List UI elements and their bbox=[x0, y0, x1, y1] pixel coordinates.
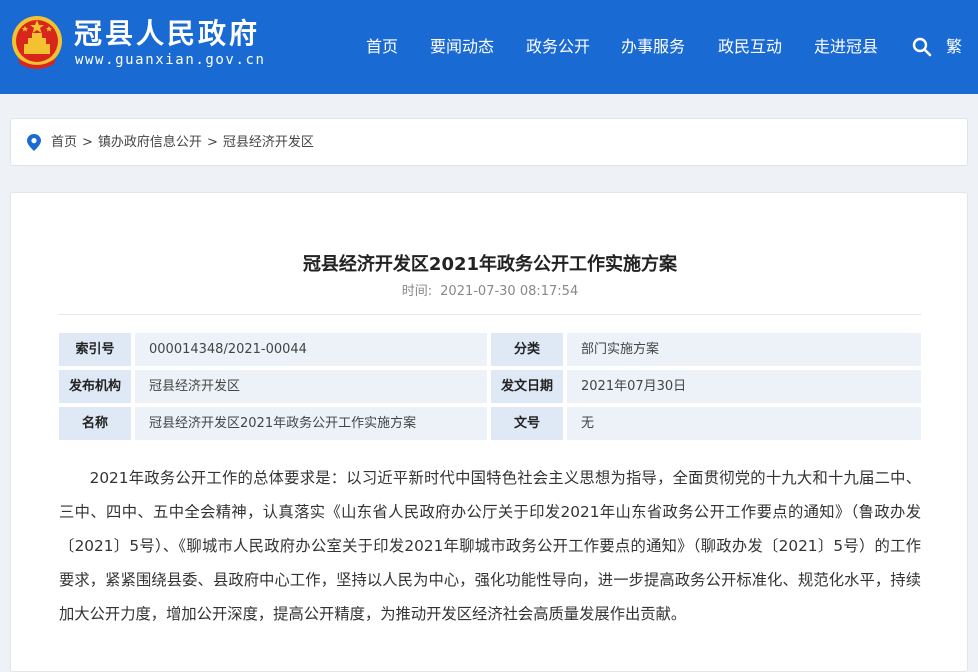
nav-item-services[interactable]: 办事服务 bbox=[621, 36, 685, 58]
breadcrumb-separator: > bbox=[82, 135, 93, 150]
meta-value-doc-number: 无 bbox=[567, 407, 921, 440]
article-body: 2021年政务公开工作的总体要求是：以习近平新时代中国特色社会主义思想为指导，全… bbox=[59, 469, 921, 623]
nav-item-interaction[interactable]: 政民互动 bbox=[718, 36, 782, 58]
nav-item-news[interactable]: 要闻动态 bbox=[430, 36, 494, 58]
meta-value-date: 2021年07月30日 bbox=[567, 370, 921, 403]
location-pin-icon bbox=[27, 134, 41, 151]
meta-key-doc-number: 文号 bbox=[491, 407, 563, 440]
meta-value-publisher: 冠县经济开发区 bbox=[135, 370, 487, 403]
metadata-table: 索引号 000014348/2021-00044 分类 部门实施方案 发布机构 … bbox=[59, 329, 921, 444]
article-title: 冠县经济开发区2021年政务公开工作实施方案 bbox=[302, 254, 678, 275]
meta-key-name: 名称 bbox=[59, 407, 131, 440]
meta-key-date: 发文日期 bbox=[491, 370, 563, 403]
meta-key-category: 分类 bbox=[491, 333, 563, 366]
site-title[interactable]: 冠县人民政府 bbox=[74, 18, 260, 50]
breadcrumb-current[interactable]: 冠县经济开发区 bbox=[223, 135, 314, 150]
breadcrumb: 首页 > 镇办政府信息公开 > 冠县经济开发区 bbox=[10, 118, 968, 166]
time-value: 2021-07-30 08:17:54 bbox=[440, 284, 579, 299]
breadcrumb-separator: > bbox=[206, 135, 218, 150]
meta-value-category: 部门实施方案 bbox=[567, 333, 921, 366]
site-url: www.guanxian.gov.cn bbox=[75, 52, 266, 68]
time-label: 时间: bbox=[401, 284, 433, 299]
breadcrumb-home[interactable]: 首页 bbox=[51, 135, 77, 150]
national-emblem-icon[interactable] bbox=[10, 14, 64, 72]
article-time: 时间: 2021-07-30 08:17:54 bbox=[11, 283, 969, 301]
article-panel: 冠县经济开发区2021年政务公开工作实施方案 时间: 2021-07-30 08:… bbox=[10, 192, 968, 672]
nav-item-about[interactable]: 走进冠县 bbox=[814, 36, 878, 58]
traditional-chinese-toggle[interactable]: 繁 bbox=[946, 36, 962, 58]
nav-item-gov-info[interactable]: 政务公开 bbox=[526, 36, 590, 58]
divider bbox=[59, 314, 921, 315]
site-header: 冠县人民政府 www.guanxian.gov.cn 首页 要闻动态 政务公开 … bbox=[0, 0, 978, 94]
table-row: 名称 冠县经济开发区2021年政务公开工作实施方案 文号 无 bbox=[59, 407, 921, 440]
nav-item-home[interactable]: 首页 bbox=[366, 36, 398, 58]
table-row: 索引号 000014348/2021-00044 分类 部门实施方案 bbox=[59, 333, 921, 366]
search-icon[interactable] bbox=[912, 37, 932, 57]
table-row: 发布机构 冠县经济开发区 发文日期 2021年07月30日 bbox=[59, 370, 921, 403]
meta-key-publisher: 发布机构 bbox=[59, 370, 131, 403]
meta-value-index: 000014348/2021-00044 bbox=[135, 333, 487, 366]
breadcrumb-town-info[interactable]: 镇办政府信息公开 bbox=[98, 135, 202, 150]
meta-value-name: 冠县经济开发区2021年政务公开工作实施方案 bbox=[135, 407, 487, 440]
meta-key-index: 索引号 bbox=[59, 333, 131, 366]
